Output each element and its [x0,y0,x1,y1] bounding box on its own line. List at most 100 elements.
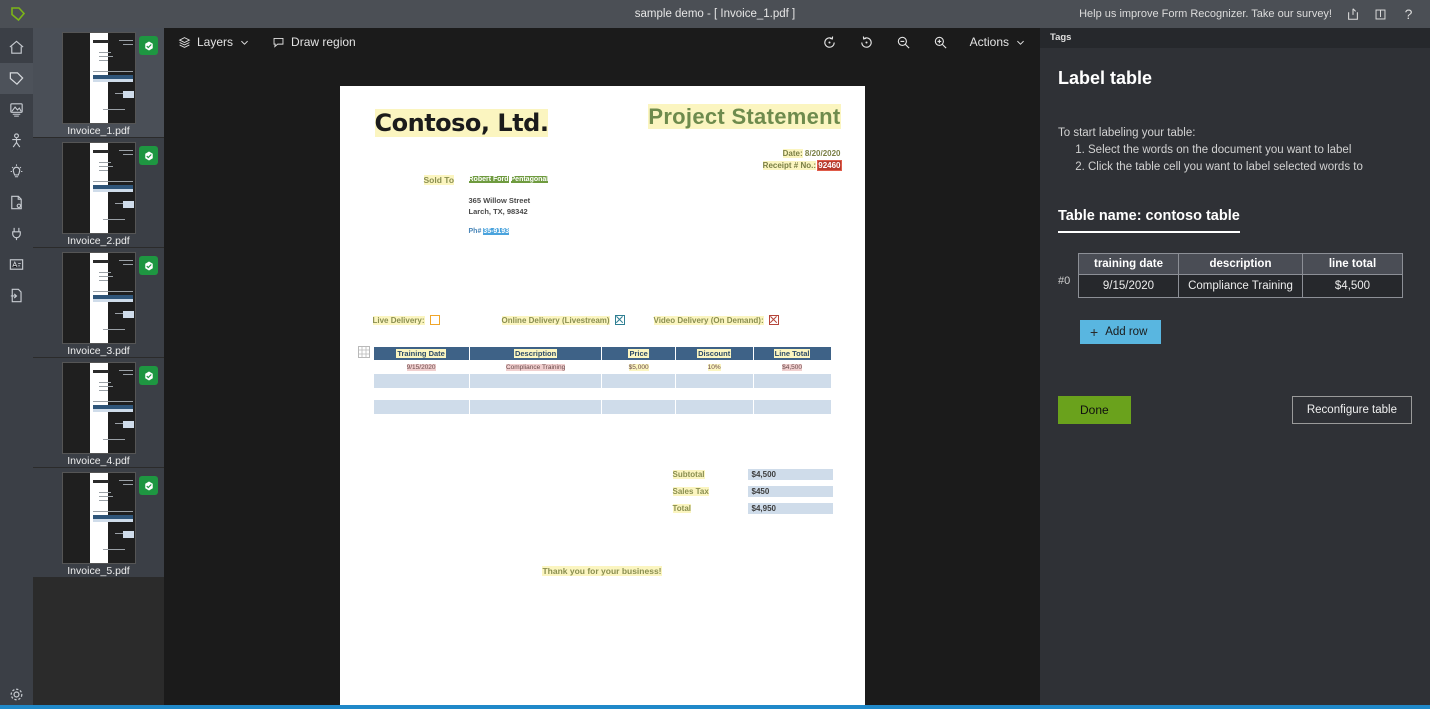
thumbnail-item[interactable]: Invoice_4.pdf [33,358,164,467]
tagged-badge-icon [139,366,158,385]
settings-button[interactable] [0,686,33,703]
rotate-right-icon[interactable] [859,35,874,50]
thumbnail-item[interactable]: Invoice_5.pdf [33,468,164,577]
table-cell[interactable] [752,399,832,415]
checkbox-unchecked-icon[interactable] [429,315,440,325]
document-export-icon [10,288,22,303]
delivery-label: Video Delivery (On Demand): [653,315,764,325]
thumbnail-item[interactable]: Invoice_1.pdf [33,28,164,137]
label-table-header-cell[interactable]: training date [1078,253,1179,275]
subtotal-value: $4,500 [747,469,833,480]
sales-tax-value: $450 [747,486,833,497]
label-table-header-cell[interactable]: line total [1302,253,1403,275]
survey-link[interactable]: Help us improve Form Recognizer. Take ou… [1079,8,1332,20]
table-cell[interactable] [674,399,754,415]
table-row-empty[interactable] [372,399,832,415]
done-button[interactable]: Done [1058,396,1131,424]
tags-panel: Tags Label table To start labeling your … [1040,28,1430,709]
label-table-cell[interactable]: Compliance Training [1178,274,1303,298]
document-gear-icon [11,195,22,210]
table-row-empty[interactable] [372,373,832,389]
table-row[interactable]: 9/15/2020 Compliance Training $5,000 10%… [372,360,832,374]
table-cell[interactable] [372,399,470,415]
delivery-option-live[interactable]: Live Delivery: [372,315,440,325]
instructions: To start labeling your table: Select the… [1058,125,1412,176]
sidebar-item-tags[interactable] [0,63,33,94]
table-cell[interactable] [601,373,676,389]
table-header-cell[interactable]: Price [601,346,676,361]
phone-number: Ph# 35-9193 [468,228,509,235]
table-cell[interactable] [601,399,676,415]
table-cell[interactable] [752,373,832,389]
label-table-row[interactable]: 9/15/2020 Compliance Training $4,500 [1078,274,1403,298]
sidebar-item-model-compose[interactable] [0,125,33,156]
thumbnail-item[interactable]: Invoice_3.pdf [33,248,164,357]
table-cell[interactable] [674,373,754,389]
invoice-line-items-table[interactable]: Training Date Description Price Discount… [357,346,832,415]
table-header-cell[interactable]: Line Total [752,346,832,361]
sidebar-item-business-card[interactable] [0,249,33,280]
sidebar-item-document-settings[interactable] [0,187,33,218]
document-canvas[interactable]: Contoso, Ltd. Project Statement Date: 8/… [164,56,1040,709]
checkbox-checked-icon[interactable] [768,315,779,325]
draw-region-label: Draw region [291,35,356,49]
sidebar-item-document-export[interactable] [0,280,33,311]
add-row-button[interactable]: + Add row [1080,320,1162,344]
sidebar-item-predict[interactable] [0,156,33,187]
table-row-spacer [373,388,831,400]
sidebar-item-connections[interactable] [0,218,33,249]
table-header-cell[interactable]: Training Date [372,346,470,361]
table-grid-handle-icon[interactable] [357,346,370,358]
invoice-page[interactable]: Contoso, Ltd. Project Statement Date: 8/… [339,86,865,709]
label-table-cell[interactable]: 9/15/2020 [1078,274,1179,298]
table-cell[interactable]: $5,000 [601,360,676,374]
table-cell[interactable]: 9/15/2020 [372,360,470,374]
sidebar-item-home[interactable] [0,32,33,63]
label-table-grid[interactable]: training date description line total 9/1… [1078,253,1403,298]
table-cell[interactable] [468,373,603,389]
table-header-cell[interactable]: Discount [674,346,754,361]
draw-region-button[interactable]: Draw region [272,35,356,49]
tagged-badge-icon [139,36,158,55]
question-mark-icon[interactable]: ? [1401,6,1416,22]
actions-menu[interactable]: Actions [970,35,1026,49]
label-table[interactable]: #0 training date description line total … [1058,253,1412,298]
thumbnail-item[interactable]: Invoice_2.pdf [33,138,164,247]
zoom-out-icon[interactable] [896,35,911,50]
document-thumbnail-list[interactable]: Invoice_1.pdf Invoice_2.pdf Invoice_3.pd… [33,28,164,709]
app-logo [0,6,36,22]
editor-toolbar: Layers Draw region Actions [164,28,1040,56]
table-cell[interactable] [372,373,470,389]
zoom-in-icon[interactable] [933,35,948,50]
reconfigure-table-button[interactable]: Reconfigure table [1291,396,1412,424]
invoice-totals: Subtotal $4,500 Sales Tax $450 Total $4,… [672,469,833,520]
checkbox-checked-icon[interactable] [614,315,625,325]
gear-icon [10,688,23,701]
table-header-cell[interactable]: Description [468,346,603,361]
line-items-table[interactable]: Training Date Description Price Discount… [372,346,832,415]
table-cell[interactable]: 10% [674,360,754,374]
sidebar-item-train[interactable] [0,94,33,125]
statement-title: Project Statement [648,104,841,129]
label-table-cell[interactable]: $4,500 [1302,274,1403,298]
table-cell[interactable]: $4,500 [752,360,832,374]
delivery-label: Live Delivery: [372,315,425,325]
tag-icon [9,72,24,86]
delivery-option-online[interactable]: Online Delivery (Livestream) [501,315,625,325]
table-cell[interactable]: Compliance Training [468,360,603,374]
book-icon[interactable] [1373,7,1388,22]
title-bar-right: Help us improve Form Recognizer. Take ou… [1079,6,1430,22]
id-card-icon [9,259,24,270]
table-cell[interactable] [468,399,603,415]
layers-menu[interactable]: Layers [178,35,250,49]
thumbnail-preview [62,253,135,343]
share-icon[interactable] [1345,7,1360,22]
receipt-number: Receipt # No.: 92460 [762,160,842,171]
title-bar: sample demo - [ Invoice_1.pdf ] Help us … [0,0,1430,28]
tags-panel-header: Tags [1040,28,1430,48]
company-name: Contoso, Ltd. [374,109,549,137]
rotate-left-icon[interactable] [822,35,837,50]
label-table-header-cell[interactable]: description [1178,253,1303,275]
delivery-option-video[interactable]: Video Delivery (On Demand): [653,315,779,325]
layers-label: Layers [197,35,234,49]
